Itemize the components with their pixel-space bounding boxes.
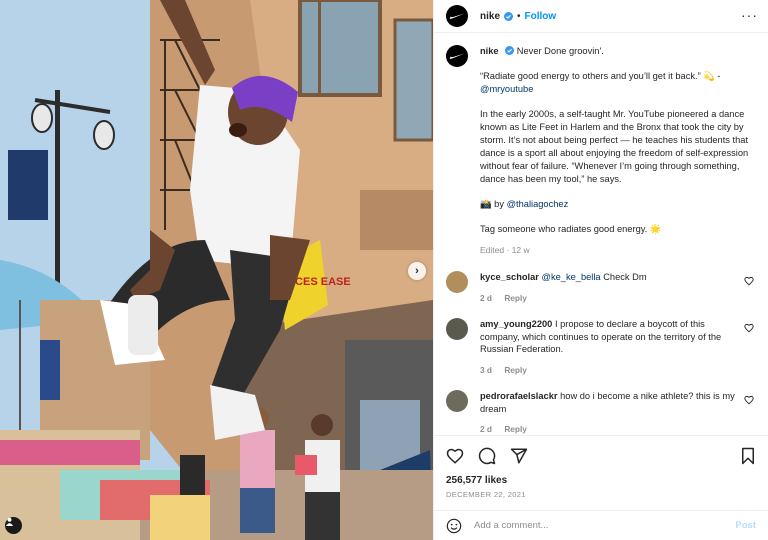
post-caption: nike Never Done groovin'. “Radiate good …	[446, 45, 756, 257]
user-tags-button[interactable]	[5, 517, 22, 534]
banner-text: ICES EASE	[292, 276, 351, 288]
caption-text: nike Never Done groovin'. “Radiate good …	[480, 45, 756, 257]
comment-item: amy_young2200 I propose to declare a boy…	[446, 318, 756, 376]
more-options-icon[interactable]: ···	[741, 8, 758, 22]
comment-item: pedrorafaelslackr how do i become a nike…	[446, 390, 756, 435]
heart-icon[interactable]	[744, 323, 754, 333]
post-header: nike • Follow ···	[434, 0, 768, 33]
author-username[interactable]: nike	[480, 11, 500, 22]
reply-button[interactable]: Reply	[504, 424, 527, 434]
comment-meta: 3 d Reply	[480, 364, 745, 377]
mention-link[interactable]: @mryoutube	[480, 84, 533, 94]
commenter-avatar[interactable]	[446, 390, 468, 412]
caption-intro: Never Done groovin'.	[516, 46, 604, 56]
add-comment-bar: Post	[434, 510, 768, 540]
author-avatar[interactable]	[446, 5, 468, 27]
comments-scroll-area[interactable]: nike Never Done groovin'. “Radiate good …	[434, 33, 768, 435]
heart-icon[interactable]	[446, 447, 464, 465]
nike-swoosh-icon	[449, 13, 465, 19]
comment-icon[interactable]	[478, 447, 496, 465]
heart-icon[interactable]	[744, 276, 754, 286]
likes-count[interactable]: 256,577 likes	[434, 475, 768, 486]
post-modal: ICES EASE WO	[0, 0, 768, 540]
comment-body: amy_young2200 I propose to declare a boy…	[480, 318, 745, 376]
photo-illustration: ICES EASE WO	[0, 0, 433, 540]
emoji-icon[interactable]	[446, 518, 462, 534]
caption-username[interactable]: nike	[480, 46, 499, 56]
post-actions-bar	[434, 435, 768, 475]
comment-age: 3 d	[480, 364, 492, 375]
post-comment-button[interactable]: Post	[735, 520, 756, 531]
commenter-avatar[interactable]	[446, 318, 468, 340]
photo-credit-link[interactable]: @thaliagochez	[507, 199, 569, 209]
next-photo-button[interactable]: ›	[408, 262, 426, 280]
reply-button[interactable]: Reply	[504, 365, 527, 375]
comment-username[interactable]: amy_young2200	[480, 319, 552, 329]
comment-mention[interactable]: @ke_ke_bella	[542, 272, 601, 282]
photo-credit-label: 📸 by	[480, 199, 504, 209]
follow-button[interactable]: Follow	[525, 11, 557, 22]
share-icon[interactable]	[510, 447, 528, 465]
comment-username[interactable]: kyce_scholar	[480, 272, 539, 282]
comment-meta: 2 d Reply	[480, 292, 745, 305]
caption-story: In the early 2000s, a self-taught Mr. Yo…	[480, 109, 749, 184]
header-separator: •	[517, 10, 521, 22]
comment-body: pedrorafaelslackr how do i become a nike…	[480, 390, 745, 435]
caption-meta: Edited · 12 w	[480, 245, 530, 255]
post-date: DECEMBER 22, 2021	[446, 490, 526, 499]
user-tag-icon	[5, 517, 14, 526]
caption-quote: “Radiate good energy to others and you’l…	[480, 71, 721, 81]
comment-text: Check Dm	[603, 272, 647, 282]
reply-button[interactable]: Reply	[504, 293, 527, 303]
comment-username[interactable]: pedrorafaelslackr	[480, 391, 558, 401]
verified-badge-icon	[505, 46, 515, 55]
post-photo: ICES EASE WO	[0, 0, 433, 540]
chevron-right-icon: ›	[415, 265, 419, 277]
comment-body: kyce_scholar @ke_ke_bella Check Dm 2 d R…	[480, 271, 745, 304]
add-comment-input[interactable]	[474, 520, 736, 531]
post-side-panel: nike • Follow ··· nike Never Done groovi…	[433, 0, 768, 540]
comment-meta: 2 d Reply	[480, 423, 745, 435]
caption-author-avatar[interactable]	[446, 45, 468, 67]
caption-cta: Tag someone who radiates good energy. 🌟	[480, 224, 662, 234]
verified-badge-icon	[504, 11, 514, 21]
bookmark-icon[interactable]	[740, 447, 756, 465]
comment-age: 2 d	[480, 292, 492, 303]
nike-swoosh-icon	[449, 53, 465, 59]
comment-age: 2 d	[480, 424, 492, 434]
commenter-avatar[interactable]	[446, 271, 468, 293]
comment-item: kyce_scholar @ke_ke_bella Check Dm 2 d R…	[446, 271, 756, 304]
heart-icon[interactable]	[744, 395, 754, 405]
